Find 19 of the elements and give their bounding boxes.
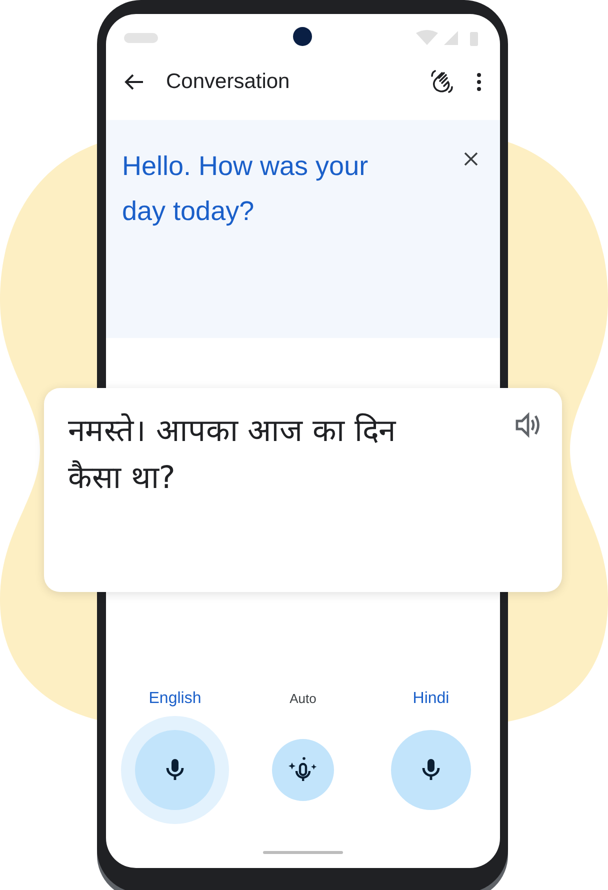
screen-title: Conversation (166, 70, 291, 94)
source-text: Hello. How was your day today? (122, 150, 370, 228)
microphone-icon (165, 757, 185, 783)
close-icon (464, 152, 478, 166)
signal-icon (444, 31, 458, 45)
wifi-icon (416, 30, 438, 45)
more-options-icon[interactable] (476, 72, 482, 92)
battery-icon (470, 32, 478, 46)
back-arrow-icon[interactable] (124, 73, 144, 91)
language-label: Hindi (412, 690, 450, 708)
gesture-handle[interactable] (263, 851, 343, 854)
language-label: Auto (290, 690, 316, 708)
camera-hole (293, 27, 312, 46)
microphone-icon (421, 757, 441, 783)
waving-hand-icon[interactable] (430, 70, 454, 94)
mic-button[interactable] (135, 730, 215, 810)
language-label: English (148, 690, 202, 708)
translation-text: नमस्ते। आपका आज का दिन कैसा था? (68, 412, 398, 498)
status-pill (124, 33, 158, 43)
